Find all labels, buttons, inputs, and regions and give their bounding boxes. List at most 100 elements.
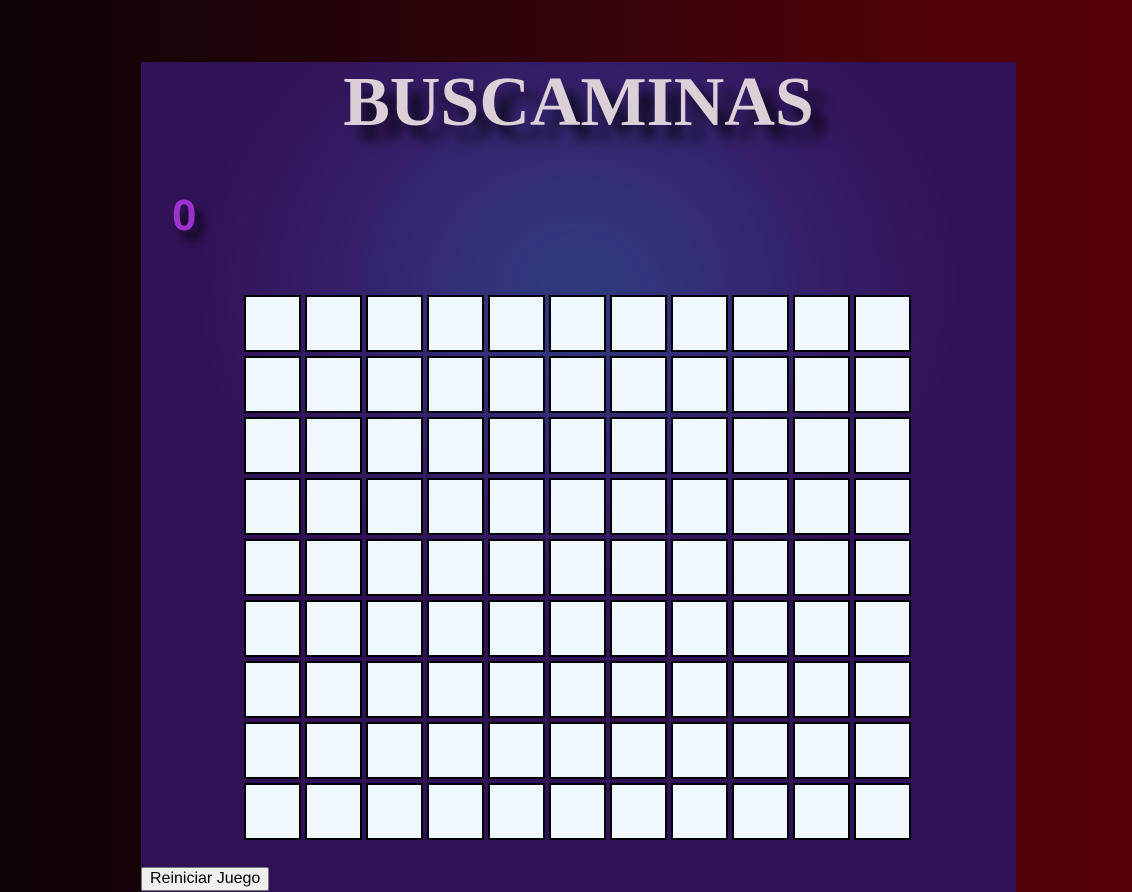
board-cell[interactable] bbox=[671, 356, 728, 413]
board-cell[interactable] bbox=[427, 417, 484, 474]
board-cell[interactable] bbox=[305, 661, 362, 718]
board-cell[interactable] bbox=[366, 417, 423, 474]
board-cell[interactable] bbox=[610, 661, 667, 718]
board-cell[interactable] bbox=[305, 722, 362, 779]
board-cell[interactable] bbox=[793, 722, 850, 779]
board-cell[interactable] bbox=[793, 783, 850, 840]
board-cell[interactable] bbox=[793, 295, 850, 352]
board-cell[interactable] bbox=[488, 539, 545, 596]
board-cell[interactable] bbox=[366, 783, 423, 840]
board-cell[interactable] bbox=[427, 661, 484, 718]
board-cell[interactable] bbox=[854, 295, 911, 352]
board-cell[interactable] bbox=[610, 295, 667, 352]
board-cell[interactable] bbox=[488, 295, 545, 352]
board-cell[interactable] bbox=[793, 539, 850, 596]
board-cell[interactable] bbox=[488, 600, 545, 657]
board-cell[interactable] bbox=[427, 539, 484, 596]
board-cell[interactable] bbox=[549, 600, 606, 657]
board-cell[interactable] bbox=[305, 417, 362, 474]
board-cell[interactable] bbox=[366, 295, 423, 352]
board-cell[interactable] bbox=[427, 600, 484, 657]
board-cell[interactable] bbox=[488, 783, 545, 840]
board-cell[interactable] bbox=[549, 478, 606, 535]
board-cell[interactable] bbox=[671, 600, 728, 657]
board-cell[interactable] bbox=[610, 356, 667, 413]
board-cell[interactable] bbox=[366, 600, 423, 657]
board-cell[interactable] bbox=[244, 295, 301, 352]
board-cell[interactable] bbox=[854, 356, 911, 413]
board-cell[interactable] bbox=[732, 783, 789, 840]
board-cell[interactable] bbox=[305, 478, 362, 535]
board-cell[interactable] bbox=[610, 722, 667, 779]
board-cell[interactable] bbox=[671, 783, 728, 840]
board-cell[interactable] bbox=[244, 539, 301, 596]
board-cell[interactable] bbox=[732, 356, 789, 413]
board-cell[interactable] bbox=[305, 600, 362, 657]
board-cell[interactable] bbox=[305, 295, 362, 352]
board-cell[interactable] bbox=[793, 478, 850, 535]
board-cell[interactable] bbox=[366, 661, 423, 718]
board-cell[interactable] bbox=[610, 539, 667, 596]
board-cell[interactable] bbox=[671, 417, 728, 474]
board-cell[interactable] bbox=[305, 539, 362, 596]
board-cell[interactable] bbox=[854, 661, 911, 718]
board-cell[interactable] bbox=[610, 478, 667, 535]
board-cell[interactable] bbox=[244, 600, 301, 657]
board-cell[interactable] bbox=[854, 722, 911, 779]
board-cell[interactable] bbox=[610, 417, 667, 474]
board-cell[interactable] bbox=[549, 661, 606, 718]
board-cell[interactable] bbox=[244, 356, 301, 413]
board-cell[interactable] bbox=[488, 417, 545, 474]
board-cell[interactable] bbox=[549, 295, 606, 352]
board-cell[interactable] bbox=[793, 600, 850, 657]
board-cell[interactable] bbox=[854, 783, 911, 840]
board-cell[interactable] bbox=[427, 356, 484, 413]
board-cell[interactable] bbox=[671, 295, 728, 352]
board-cell[interactable] bbox=[610, 600, 667, 657]
board-cell[interactable] bbox=[732, 661, 789, 718]
board-cell[interactable] bbox=[854, 539, 911, 596]
reset-game-button[interactable]: Reiniciar Juego bbox=[141, 867, 270, 891]
board-cell[interactable] bbox=[854, 417, 911, 474]
board-cell[interactable] bbox=[549, 722, 606, 779]
board-cell[interactable] bbox=[244, 722, 301, 779]
board-cell[interactable] bbox=[549, 356, 606, 413]
board-cell[interactable] bbox=[305, 356, 362, 413]
board-cell[interactable] bbox=[732, 417, 789, 474]
board-cell[interactable] bbox=[610, 783, 667, 840]
board-cell[interactable] bbox=[793, 417, 850, 474]
board-cell[interactable] bbox=[732, 295, 789, 352]
board-cell[interactable] bbox=[732, 600, 789, 657]
board-cell[interactable] bbox=[305, 783, 362, 840]
board-cell[interactable] bbox=[427, 722, 484, 779]
board-cell[interactable] bbox=[488, 478, 545, 535]
board-cell[interactable] bbox=[488, 661, 545, 718]
board-cell[interactable] bbox=[427, 783, 484, 840]
board-cell[interactable] bbox=[549, 783, 606, 840]
board-cell[interactable] bbox=[732, 539, 789, 596]
board-cell[interactable] bbox=[366, 478, 423, 535]
board-cell[interactable] bbox=[671, 539, 728, 596]
board-cell[interactable] bbox=[244, 783, 301, 840]
board-cell[interactable] bbox=[549, 539, 606, 596]
board-cell[interactable] bbox=[366, 356, 423, 413]
board-cell[interactable] bbox=[671, 722, 728, 779]
board-cell[interactable] bbox=[549, 417, 606, 474]
board-cell[interactable] bbox=[244, 478, 301, 535]
board-cell[interactable] bbox=[854, 478, 911, 535]
board-cell[interactable] bbox=[732, 722, 789, 779]
board-cell[interactable] bbox=[488, 356, 545, 413]
board-cell[interactable] bbox=[366, 722, 423, 779]
board-cell[interactable] bbox=[427, 478, 484, 535]
board-cell[interactable] bbox=[671, 661, 728, 718]
board-cell[interactable] bbox=[671, 478, 728, 535]
board-cell[interactable] bbox=[244, 661, 301, 718]
board-cell[interactable] bbox=[793, 661, 850, 718]
board-cell[interactable] bbox=[793, 356, 850, 413]
board-cell[interactable] bbox=[427, 295, 484, 352]
board-cell[interactable] bbox=[732, 478, 789, 535]
board-cell[interactable] bbox=[366, 539, 423, 596]
board-cell[interactable] bbox=[488, 722, 545, 779]
board-cell[interactable] bbox=[854, 600, 911, 657]
board-cell[interactable] bbox=[244, 417, 301, 474]
